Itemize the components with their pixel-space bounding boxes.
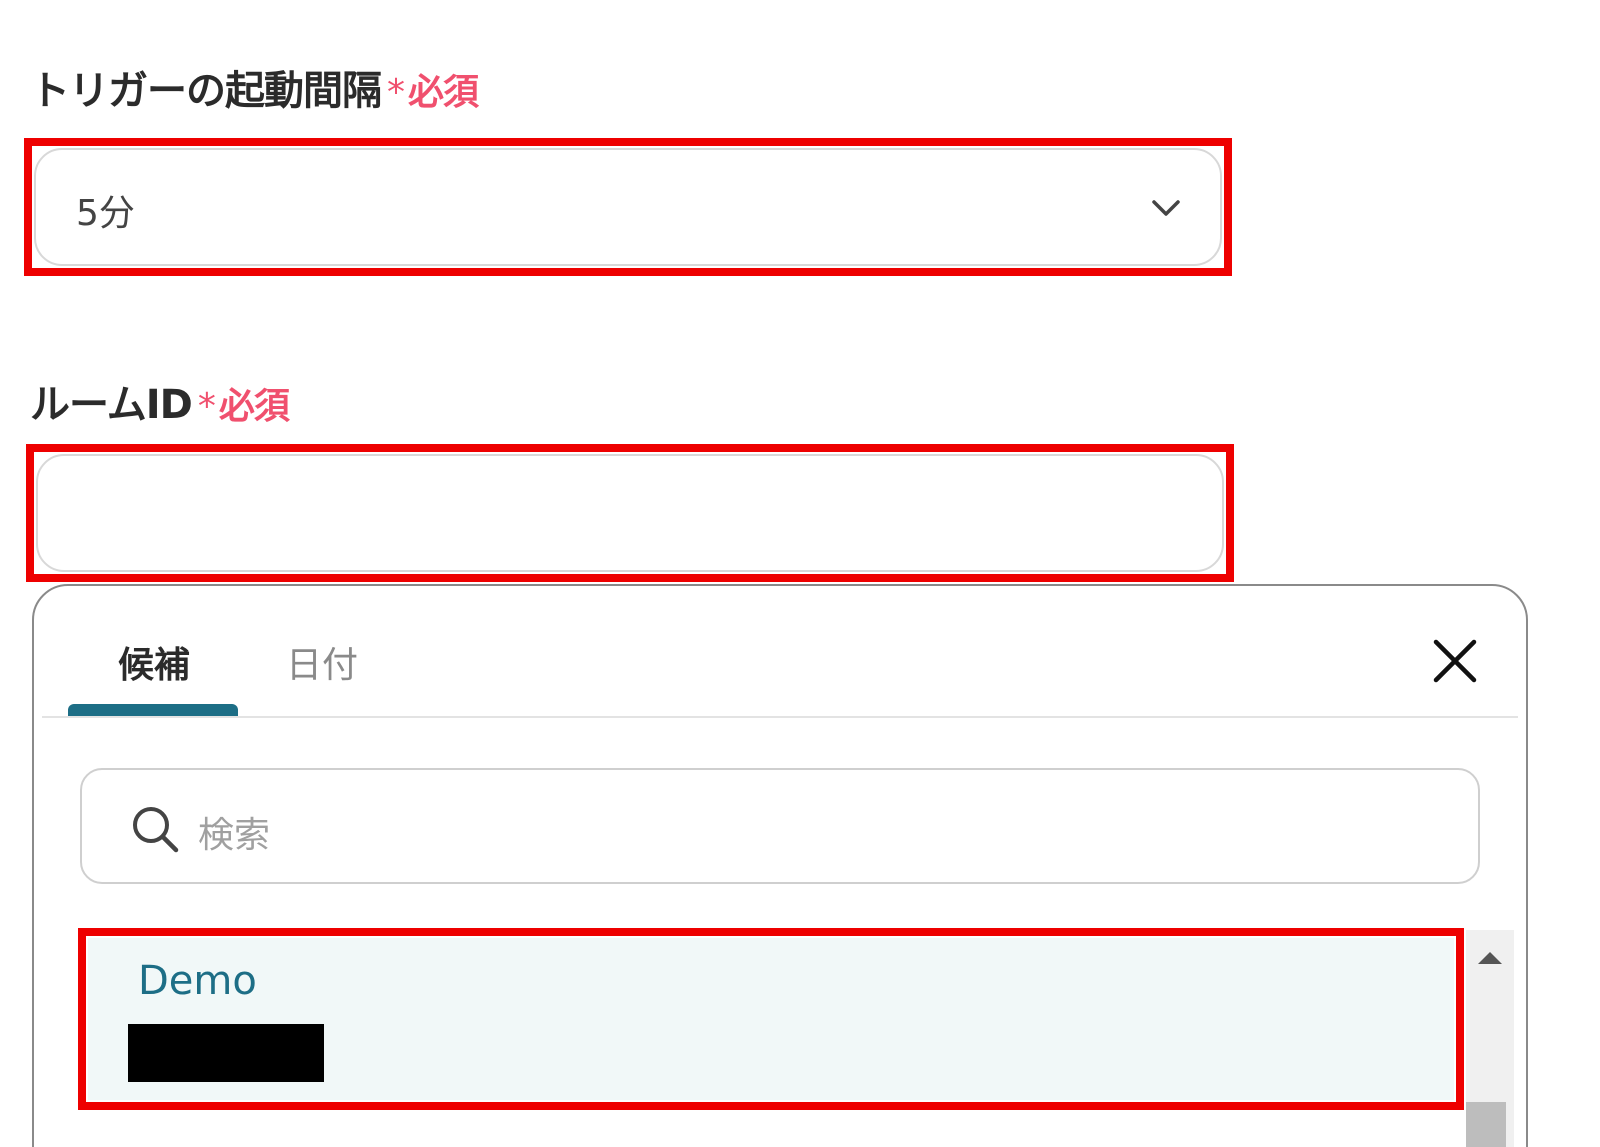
required-star: * bbox=[197, 386, 216, 427]
close-icon[interactable] bbox=[1430, 636, 1480, 686]
room-id-label: ルームID * 必須 bbox=[30, 372, 290, 430]
trigger-interval-label: トリガーの起動間隔 * 必須 bbox=[30, 58, 479, 116]
search-placeholder: 検索 bbox=[198, 815, 271, 856]
highlight-box-input bbox=[26, 444, 1234, 582]
scrollbar[interactable] bbox=[1466, 930, 1514, 1147]
form-page: トリガーの起動間隔 * 必須 5分 ルームID * 必須 候補 日付 検索 De… bbox=[0, 0, 1600, 1147]
required-marker: * 必須 bbox=[197, 386, 290, 427]
room-id-label-text: ルームID bbox=[30, 382, 193, 428]
required-text: 必須 bbox=[408, 72, 479, 113]
highlight-box-option bbox=[78, 928, 1464, 1110]
trigger-interval-label-text: トリガーの起動間隔 bbox=[30, 68, 382, 114]
highlight-box-select bbox=[24, 138, 1232, 276]
required-marker: * 必須 bbox=[387, 72, 479, 113]
tab-candidates[interactable]: 候補 bbox=[118, 636, 190, 688]
active-tab-indicator bbox=[68, 704, 238, 716]
search-icon bbox=[133, 807, 179, 853]
required-star: * bbox=[387, 72, 405, 113]
scrollbar-thumb[interactable] bbox=[1466, 1102, 1506, 1147]
scroll-up-icon[interactable] bbox=[1478, 952, 1502, 964]
required-text: 必須 bbox=[218, 386, 290, 427]
search-input[interactable]: 検索 bbox=[80, 768, 1480, 884]
tab-date[interactable]: 日付 bbox=[286, 636, 358, 688]
tab-divider bbox=[42, 716, 1518, 718]
